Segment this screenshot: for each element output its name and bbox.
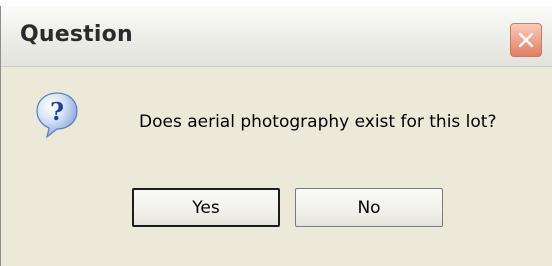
question-icon: ?	[36, 92, 78, 139]
close-button[interactable]	[510, 23, 542, 57]
close-icon	[518, 32, 534, 48]
yes-button[interactable]: Yes	[132, 188, 280, 227]
title-bar[interactable]: Question	[1, 6, 552, 67]
dialog-body: ? Does aerial photography exist for this…	[1, 67, 552, 266]
svg-text:?: ?	[50, 97, 64, 126]
dialog-message: Does aerial photography exist for this l…	[139, 112, 497, 132]
dialog-title: Question	[20, 22, 133, 47]
question-dialog: Question ? Does aerial photography exist…	[0, 6, 552, 266]
no-button[interactable]: No	[295, 188, 443, 227]
